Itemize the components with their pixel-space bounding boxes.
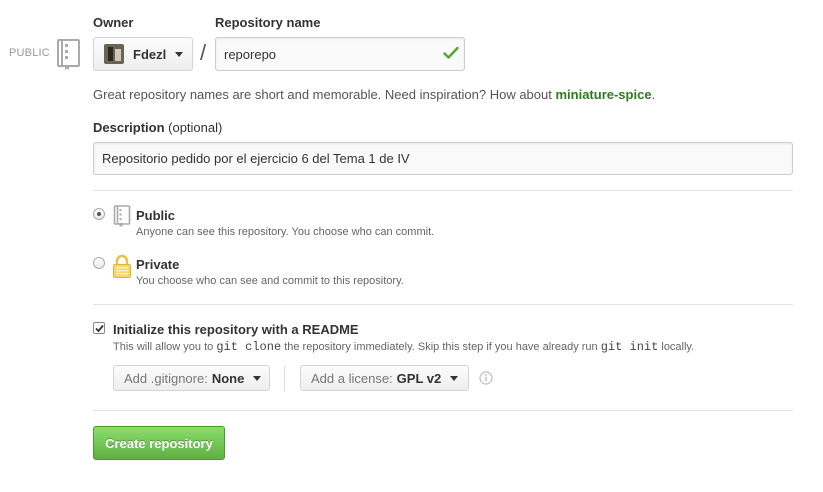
repo-icon <box>57 39 80 70</box>
owner-dropdown[interactable]: Fdezl <box>93 37 193 71</box>
readme-checkbox[interactable] <box>93 322 105 334</box>
public-title: Public <box>136 208 176 223</box>
owner-repo-separator: / <box>200 40 207 65</box>
vertical-divider <box>284 366 285 391</box>
create-repository-button[interactable]: Create repository <box>93 426 225 460</box>
license-label: Add a license: <box>311 370 393 386</box>
gitignore-label: Add .gitignore: <box>124 370 208 386</box>
hint-suffix: . <box>651 87 656 102</box>
license-dropdown[interactable]: Add a license: GPL v2 <box>300 365 469 391</box>
divider <box>93 410 793 411</box>
repository-name-label: Repository name <box>215 15 321 30</box>
readme-note-middle: the repository immediately. Skip this st… <box>281 341 601 353</box>
owner-name: Fdezl <box>133 46 167 62</box>
private-title: Private <box>136 257 180 272</box>
name-hint: Great repository names are short and mem… <box>93 87 655 102</box>
readme-note-end: locally. <box>658 341 695 353</box>
git-clone-code: git clone <box>216 340 282 354</box>
description-input[interactable] <box>93 142 793 175</box>
lock-icon <box>113 254 131 278</box>
description-optional: (optional) <box>168 120 223 135</box>
description-label-text: Description <box>93 120 165 135</box>
readme-note-start: This will allow you to <box>113 341 217 353</box>
gitignore-dropdown[interactable]: Add .gitignore: None <box>113 365 270 391</box>
chevron-down-icon <box>175 51 184 57</box>
divider <box>93 304 793 305</box>
hint-text: Great repository names are short and mem… <box>93 87 556 102</box>
visibility-tag: PUBLIC <box>9 47 50 59</box>
repository-name-input[interactable] <box>215 37 465 71</box>
divider <box>93 190 793 191</box>
gitignore-value: None <box>211 370 245 386</box>
readme-note: This will allow you to git clone the rep… <box>113 340 694 354</box>
chevron-down-icon <box>450 375 459 381</box>
suggested-name[interactable]: miniature-spice <box>555 87 651 102</box>
check-icon <box>94 324 104 332</box>
private-radio[interactable] <box>93 257 105 269</box>
public-note: Anyone can see this repository. You choo… <box>136 226 435 238</box>
readme-title: Initialize this repository with a README <box>113 322 359 337</box>
info-icon[interactable] <box>479 371 493 385</box>
check-icon <box>443 46 459 59</box>
avatar <box>104 44 124 64</box>
repo-icon <box>113 205 131 227</box>
chevron-down-icon <box>253 375 262 381</box>
owner-label: Owner <box>93 15 134 30</box>
description-label: Description (optional) <box>93 120 222 135</box>
public-radio[interactable] <box>93 208 105 220</box>
license-value: GPL v2 <box>396 370 442 386</box>
git-init-code: git init <box>600 340 659 354</box>
private-note: You choose who can see and commit to thi… <box>136 275 404 287</box>
